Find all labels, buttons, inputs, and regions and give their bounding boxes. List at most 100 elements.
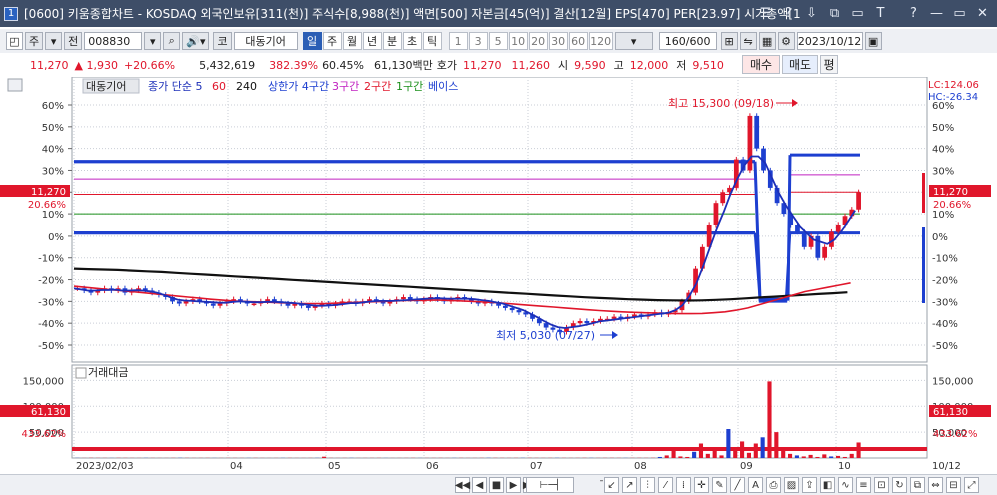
sell-button[interactable]: 매도 xyxy=(782,55,818,74)
candle-type-icon[interactable]: ⫶ xyxy=(640,477,655,493)
interval-button-6[interactable]: 60 xyxy=(568,32,588,50)
line-type-icon[interactable]: ⁄ xyxy=(658,477,673,493)
export-icon[interactable]: ⇪ xyxy=(802,477,817,493)
window-button-8[interactable]: ▭ xyxy=(951,5,968,23)
interval-button-1[interactable]: 3 xyxy=(468,32,488,50)
market-type-button[interactable]: 전 xyxy=(64,32,83,50)
playback-button-1[interactable]: ◀ xyxy=(472,477,487,493)
average-button[interactable]: 평 xyxy=(820,55,838,74)
volume-bar xyxy=(671,450,676,458)
y-tick-right: 10% xyxy=(932,210,954,221)
draw-icon[interactable]: ✎ xyxy=(712,477,727,493)
playback-button-2[interactable]: ■ xyxy=(489,477,504,493)
stock-name-field[interactable]: 대동기어 xyxy=(233,32,298,50)
zoom-in-icon[interactable]: ↗ xyxy=(622,477,637,493)
count-input[interactable]: 160/600 xyxy=(658,32,717,50)
chart-area[interactable]: 60%60%50%50%40%40%30%30%20%20%10%10%0%0%… xyxy=(0,76,997,474)
window-button-9[interactable]: ✕ xyxy=(974,5,991,23)
current-price-left: 11,270 xyxy=(31,187,66,198)
settings-gear-icon[interactable]: ⚙ xyxy=(777,32,795,50)
volume-panel-frame xyxy=(71,364,928,459)
open-label: 시 xyxy=(558,59,569,72)
compare-icon[interactable]: ⇋ xyxy=(739,32,757,50)
bottom-bar: ◀◀◀■▶▶▶ ⊢─┤ ˉˉ ↙ ↗ ⫶ ⁄ ⁞ ✛ ✎ ╱ A ⎙ ▨ ⇪ ◧… xyxy=(0,474,997,495)
date-input[interactable]: 2023/10/12 xyxy=(796,32,863,50)
window-button-6[interactable]: ? xyxy=(905,5,922,23)
open-price: 9,590 xyxy=(574,58,606,72)
count-value: 160 xyxy=(664,34,686,48)
stock-code-input[interactable]: 008830 xyxy=(84,32,143,50)
volume-bar xyxy=(808,454,813,458)
y-tick-right: -20% xyxy=(932,276,958,287)
interval-button-7[interactable]: 120 xyxy=(588,32,613,50)
y-tick-left: 50% xyxy=(42,123,64,134)
interval-button-4[interactable]: 20 xyxy=(528,32,548,50)
ruler-icon[interactable]: ╱ xyxy=(730,477,745,493)
period-tab-3[interactable]: 년 xyxy=(362,32,382,50)
period-tab-6[interactable]: 틱 xyxy=(422,32,442,50)
overlay-icon[interactable]: ◧ xyxy=(820,477,835,493)
playback-button-0[interactable]: ◀◀ xyxy=(455,477,470,493)
refresh-icon[interactable]: ↻ xyxy=(892,477,907,493)
period-tab-1[interactable]: 주 xyxy=(322,32,342,50)
window-button-2[interactable]: ⇩ xyxy=(803,5,820,23)
text-tool-icon[interactable]: A xyxy=(748,477,763,493)
current-pct-left: 20.66% xyxy=(28,200,66,211)
bar-type-icon[interactable]: ⁞ xyxy=(676,477,691,493)
interval-button-0[interactable]: 1 xyxy=(448,32,468,50)
search-icon[interactable]: ⌕ xyxy=(163,32,181,50)
expand-icon[interactable]: ⤢ xyxy=(964,477,979,493)
market-code-select[interactable]: 주 xyxy=(25,32,44,50)
crosshair-icon[interactable]: ✛ xyxy=(694,477,709,493)
speaker-icon[interactable]: 🔊▾ xyxy=(182,32,210,50)
market-dropdown-icon[interactable]: ▾ xyxy=(45,32,63,50)
x-tick-label: 09 xyxy=(740,461,753,472)
indicator-icon[interactable]: ∿ xyxy=(838,477,853,493)
lock-icon[interactable]: ⊡ xyxy=(874,477,889,493)
turnover: 60.45% xyxy=(322,58,365,72)
window-button-7[interactable]: — xyxy=(928,5,945,23)
period-tab-5[interactable]: 초 xyxy=(402,32,422,50)
window-link-icon[interactable]: ◰ xyxy=(6,32,23,50)
copy-icon[interactable]: ⧉ xyxy=(910,477,925,493)
window-button-1[interactable]: ? xyxy=(780,5,797,23)
scale-icon[interactable]: ≡ xyxy=(856,477,871,493)
interval-dropdown-icon[interactable]: ▾ xyxy=(614,32,653,50)
window-button-0[interactable]: ☰ xyxy=(757,5,774,23)
candle-body xyxy=(285,303,291,306)
period-tab-0[interactable]: 일 xyxy=(302,32,322,50)
zoom-slider[interactable]: ⊢─┤ xyxy=(526,477,574,493)
legend-item-0: 종가 단순 5 xyxy=(148,80,202,93)
split-icon[interactable]: ⊟ xyxy=(946,477,961,493)
calendar-icon[interactable]: ▣ xyxy=(864,32,882,50)
volume-bar xyxy=(705,453,710,458)
playback-button-3[interactable]: ▶ xyxy=(506,477,521,493)
chart-settings-icon[interactable] xyxy=(7,78,23,92)
zoom-out-icon[interactable]: ↙ xyxy=(604,477,619,493)
period-tab-2[interactable]: 월 xyxy=(342,32,362,50)
window-button-3[interactable]: ⧉ xyxy=(826,5,843,23)
image-icon[interactable]: ▨ xyxy=(784,477,799,493)
interval-button-2[interactable]: 5 xyxy=(488,32,508,50)
candle-body xyxy=(516,310,522,313)
high-price: 12,000 xyxy=(629,58,669,72)
period-tab-4[interactable]: 분 xyxy=(382,32,402,50)
stock-dropdown-icon[interactable]: ▾ xyxy=(144,32,162,50)
x-tick-label: 07 xyxy=(530,461,543,472)
interval-button-5[interactable]: 30 xyxy=(548,32,568,50)
window-button-5[interactable]: T xyxy=(872,5,889,23)
app-number-badge[interactable]: 1 xyxy=(4,6,18,21)
grid-tool-icon[interactable]: ⊞ xyxy=(720,32,738,50)
fit-icon[interactable]: ⇔ xyxy=(928,477,943,493)
volume-bar xyxy=(767,381,772,458)
buy-button[interactable]: 매수 xyxy=(742,55,780,74)
interval-button-3[interactable]: 10 xyxy=(508,32,528,50)
table-icon[interactable]: ▦ xyxy=(758,32,776,50)
volume-bar xyxy=(698,443,704,458)
chart-svg[interactable]: 60%60%50%50%40%40%30%30%20%20%10%10%0%0%… xyxy=(0,76,997,474)
print-icon[interactable]: ⎙ xyxy=(766,477,781,493)
y-tick-right: -10% xyxy=(932,254,958,265)
volume-bar xyxy=(753,443,758,458)
volume-bar xyxy=(781,448,786,458)
window-button-4[interactable]: ▭ xyxy=(849,5,866,23)
